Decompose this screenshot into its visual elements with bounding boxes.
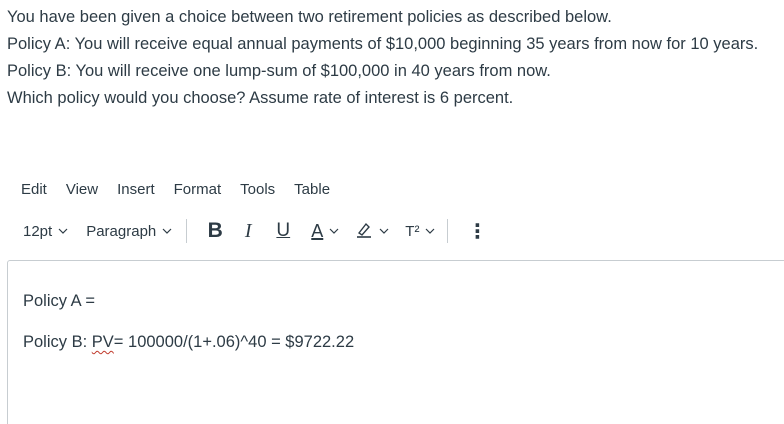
question-line-policy-b: Policy B: You will receive one lump-sum … — [7, 62, 551, 80]
bold-button[interactable]: B — [207, 219, 223, 243]
underline-button[interactable]: U — [275, 220, 291, 242]
italic-button[interactable]: I — [241, 220, 255, 243]
chevron-down-icon — [425, 228, 435, 234]
font-size-select[interactable]: 12pt — [23, 223, 68, 240]
block-format-select[interactable]: Paragraph — [86, 223, 172, 240]
superscript-button[interactable]: T² — [405, 223, 435, 240]
highlighter-icon — [355, 220, 373, 242]
toolbar-divider — [186, 219, 188, 243]
font-size-value: 12pt — [23, 222, 53, 240]
editor-toolbar: 12pt Paragraph B I U A T² ⋮ — [0, 214, 784, 248]
question-line-policy-a: Policy A: You will receive equal annual … — [7, 35, 759, 53]
toolbar-divider — [447, 219, 449, 243]
menu-insert[interactable]: Insert — [117, 181, 155, 198]
superscript-icon: T² — [405, 222, 420, 240]
text-color-icon: A — [311, 220, 324, 241]
highlight-color-button[interactable] — [355, 220, 389, 242]
menu-view[interactable]: View — [66, 181, 98, 198]
menu-tools[interactable]: Tools — [240, 181, 275, 198]
editor-line-prefix: Policy B: — [23, 333, 92, 351]
spellcheck-flagged-word[interactable]: PV — [92, 333, 114, 351]
menu-table[interactable]: Table — [294, 181, 330, 198]
editor-line-policy-a: Policy A = — [23, 292, 96, 310]
editor-menubar: Edit View Insert Format Tools Table — [21, 178, 349, 200]
question-line-intro: You have been given a choice between two… — [7, 8, 612, 26]
rich-text-editor[interactable]: Policy A = Policy B: PV= 100000/(1+.06)^… — [7, 260, 784, 424]
chevron-down-icon — [58, 228, 68, 234]
chevron-down-icon — [329, 228, 339, 234]
question-text: You have been given a choice between two… — [7, 4, 782, 112]
question-line-prompt: Which policy would you choose? Assume ra… — [7, 89, 514, 107]
menu-edit[interactable]: Edit — [21, 181, 47, 198]
editor-line-formula: = 100000/(1+.06)^40 = $9722.22 — [113, 333, 355, 351]
text-color-button[interactable]: A — [311, 221, 339, 242]
block-format-value: Paragraph — [86, 222, 157, 240]
editor-line-policy-b: Policy B: PV= 100000/(1+.06)^40 = $9722.… — [23, 333, 354, 352]
more-options-button[interactable]: ⋮ — [467, 219, 487, 244]
menu-format[interactable]: Format — [174, 181, 222, 198]
chevron-down-icon — [379, 228, 389, 234]
chevron-down-icon — [162, 228, 172, 234]
